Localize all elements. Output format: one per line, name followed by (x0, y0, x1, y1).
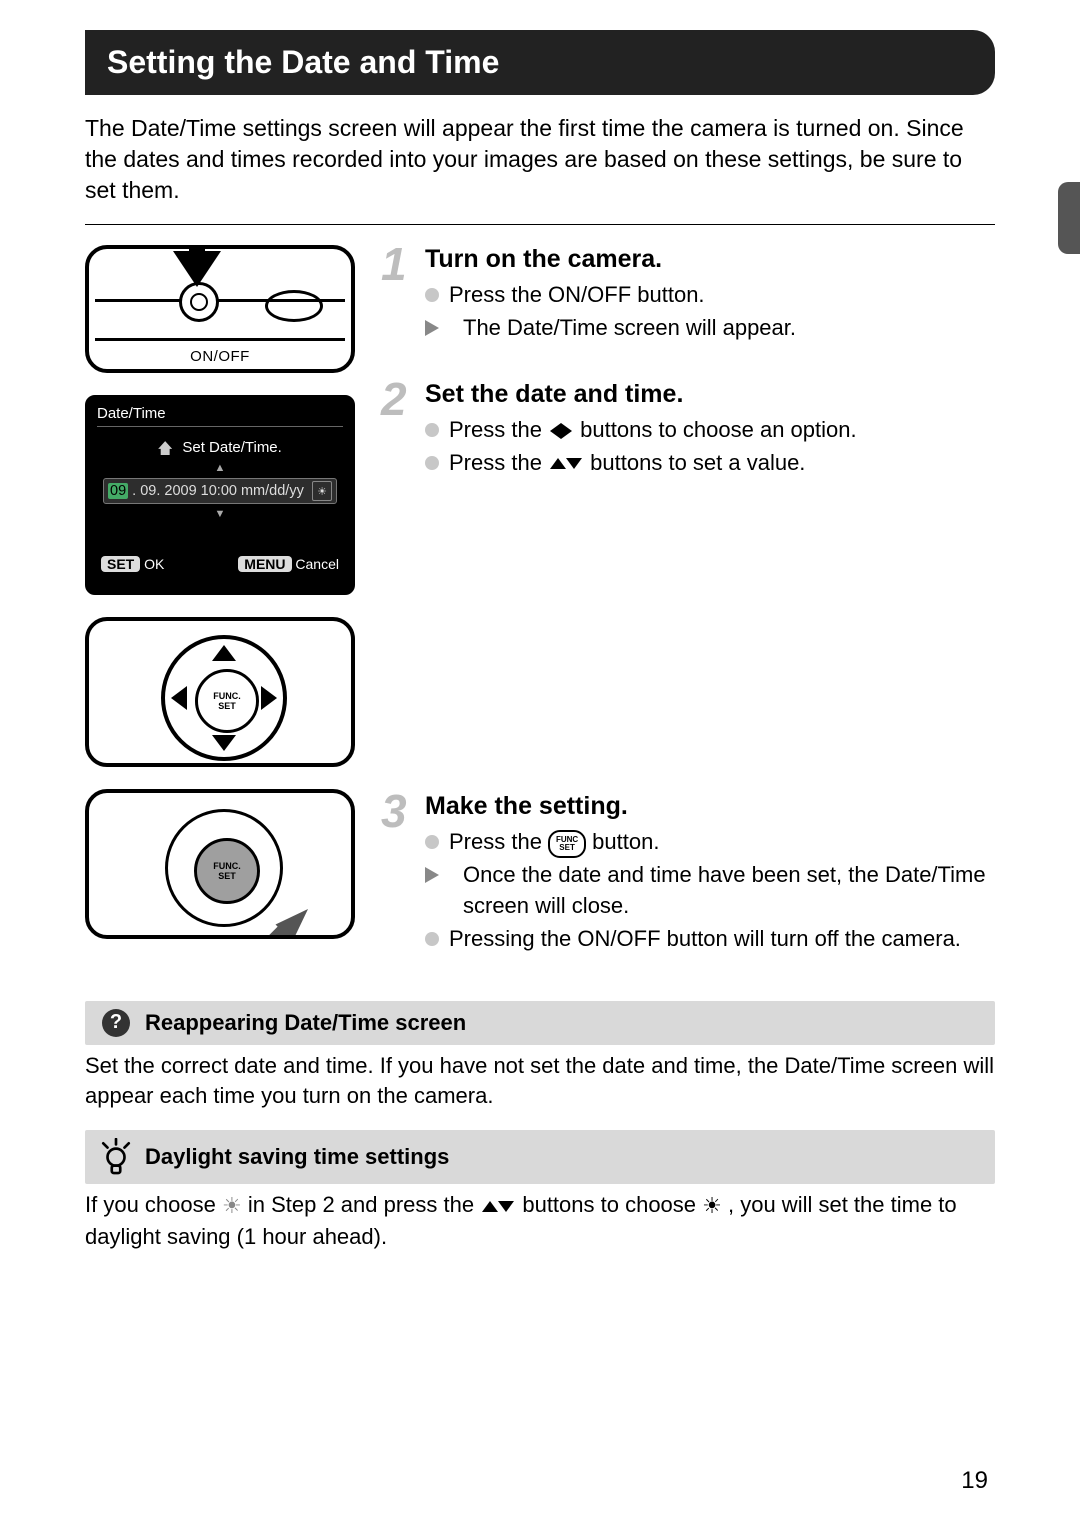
power-button-icon (179, 282, 219, 322)
callout-body: If you choose ☀︎ in Step 2 and press the… (85, 1190, 995, 1252)
up-down-arrows-icon (550, 458, 582, 469)
callout-title: Reappearing Date/Time screen (145, 1010, 466, 1036)
bullet-play-icon (425, 867, 453, 883)
bullet-dot-icon (425, 456, 439, 470)
page-number: 19 (961, 1467, 988, 1495)
step-number: 1 (381, 241, 425, 346)
func-set-button-icon: FUNC.SET (194, 838, 260, 904)
step-2: 2 Set the date and time. Press the butto… (381, 380, 995, 481)
bullet-dot-icon (425, 423, 439, 437)
separator (85, 224, 995, 225)
arrow-down-icon (173, 251, 221, 287)
dpad-up-icon (212, 645, 236, 661)
step-number: 3 (381, 788, 425, 956)
step-line: Once the date and time have been set, th… (463, 860, 995, 922)
step-line: Pressing the ON/OFF button will turn off… (449, 924, 995, 955)
illus-camera-top: ON/OFF (85, 245, 355, 373)
step-line: Press the buttons to set a value. (449, 448, 995, 479)
bullet-dot-icon (425, 835, 439, 849)
dt-set-label: Set Date/Time. (97, 439, 343, 456)
step-title: Set the date and time. (425, 380, 995, 409)
press-arrow-icon (275, 901, 316, 940)
home-icon (158, 441, 172, 455)
chevron-down-icon: ▼ (97, 508, 343, 520)
sun-off-icon: ☀︎ (222, 1191, 242, 1222)
step-1: 1 Turn on the camera. Press the ON/OFF b… (381, 245, 995, 346)
page-title: Setting the Date and Time (85, 30, 995, 95)
step-number: 2 (381, 376, 425, 481)
dpad-left-icon (171, 686, 187, 710)
dt-header: Date/Time (97, 405, 343, 427)
callout-body: Set the correct date and time. If you ha… (85, 1051, 995, 1113)
question-icon: ? (102, 1009, 130, 1037)
dpad-right-icon (261, 686, 277, 710)
bullet-dot-icon (425, 288, 439, 302)
step-title: Make the setting. (425, 792, 995, 821)
dt-value: 09 . 09. 2009 10:00 mm/dd/yy ☀ (103, 478, 337, 504)
step-line: Press the buttons to choose an option. (449, 415, 995, 446)
sun-on-icon: ☀︎ (702, 1191, 722, 1222)
dst-icon: ☀ (312, 481, 332, 501)
func-set-badge-icon: FUNCSET (548, 830, 586, 858)
step-line: Press the FUNCSET button. (449, 827, 995, 858)
side-tab (1058, 182, 1080, 254)
onoff-label: ON/OFF (89, 348, 351, 365)
func-set-icon: FUNC.SET (195, 669, 259, 733)
left-right-arrows-icon (550, 423, 572, 439)
chevron-up-icon: ▲ (97, 462, 343, 474)
up-down-arrows-icon (482, 1201, 514, 1212)
illus-dpad: FUNC.SET (85, 617, 355, 767)
step-title: Turn on the camera. (425, 245, 995, 274)
illus-datetime-screen: Date/Time Set Date/Time. ▲ 09 . 09. 2009… (85, 395, 355, 595)
step-line: Press the ON/OFF button. (449, 280, 995, 311)
intro-paragraph: The Date/Time settings screen will appea… (85, 113, 995, 206)
callout-dst: Daylight saving time settings (85, 1130, 995, 1184)
bullet-play-icon (425, 320, 453, 336)
lightbulb-icon (99, 1138, 133, 1176)
illus-func-press: FUNC.SET (85, 789, 355, 939)
step-line: The Date/Time screen will appear. (463, 313, 995, 344)
callout-title: Daylight saving time settings (145, 1144, 449, 1170)
callout-reappearing: ? Reappearing Date/Time screen (85, 1001, 995, 1045)
dpad-down-icon (212, 735, 236, 751)
step-3: 3 Make the setting. Press the FUNCSET bu… (381, 792, 995, 956)
bullet-dot-icon (425, 932, 439, 946)
